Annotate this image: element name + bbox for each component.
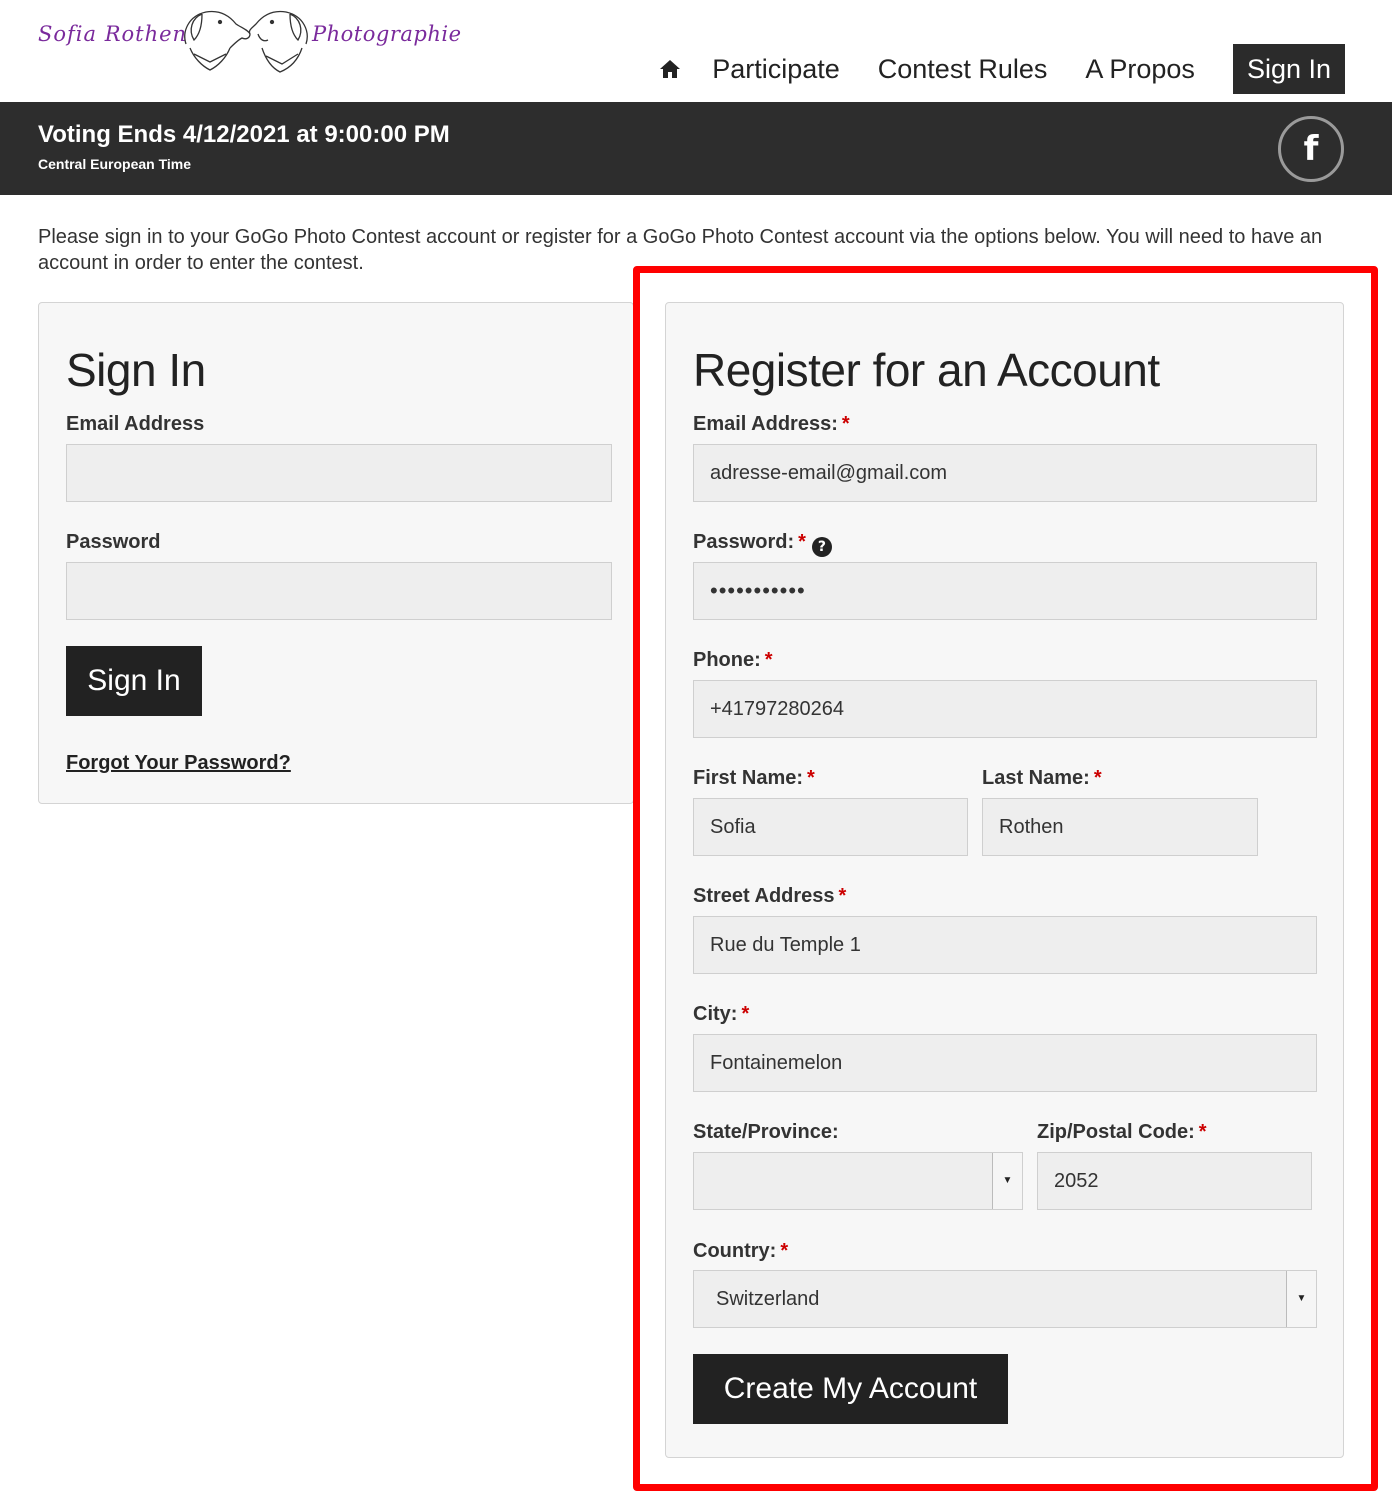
register-city-label-text: City:	[693, 1003, 738, 1025]
register-phone-input[interactable]: +41797280264	[693, 680, 1317, 738]
register-phone-label: Phone: *	[693, 649, 773, 672]
register-city-input[interactable]: Fontainemelon	[693, 1034, 1317, 1092]
required-mark: *	[1093, 767, 1102, 789]
required-mark: *	[841, 413, 850, 435]
site-logo[interactable]: Sofia Rothen Photographie	[36, 4, 462, 78]
register-password-label: Password: *?	[693, 531, 832, 557]
register-last-name-label: Last Name: *	[982, 767, 1102, 790]
register-city-label: City: *	[693, 1003, 749, 1026]
signin-button[interactable]: Sign In	[66, 646, 202, 716]
site-header: Sofia Rothen Photographie Participate Co…	[0, 0, 1392, 102]
register-state-label: State/Province:	[693, 1121, 839, 1143]
chevron-down-icon[interactable]: ▼	[992, 1153, 1022, 1209]
logo-text-right: Photographie	[312, 22, 462, 46]
intro-text: Please sign in to your GoGo Photo Contes…	[38, 226, 1323, 274]
nav-sign-in[interactable]: Sign In	[1232, 44, 1345, 94]
register-email-label: Email Address: *	[693, 413, 850, 436]
register-street-input[interactable]: Rue du Temple 1	[693, 916, 1317, 974]
register-password-input[interactable]: •••••••••••	[693, 562, 1317, 620]
register-country-select[interactable]: Switzerland ▼	[693, 1270, 1317, 1328]
home-icon[interactable]	[656, 44, 684, 94]
nav-a-propos[interactable]: A Propos	[1085, 44, 1195, 94]
register-last-name-label-text: Last Name:	[982, 767, 1090, 789]
signin-email-input[interactable]	[66, 444, 612, 502]
voting-end-title: Voting Ends 4/12/2021 at 9:00:00 PM	[38, 121, 450, 148]
voting-timezone: Central European Time	[38, 156, 192, 172]
required-mark: *	[780, 1240, 789, 1262]
chevron-down-icon[interactable]: ▼	[1286, 1271, 1316, 1327]
main-nav: Participate Contest Rules A Propos Sign …	[656, 44, 1345, 94]
register-country-label-text: Country:	[693, 1240, 777, 1262]
register-title: Register for an Account	[693, 344, 1160, 396]
register-first-name-label: First Name: *	[693, 767, 815, 790]
signin-title: Sign In	[66, 344, 206, 396]
register-state-select[interactable]: ▼	[693, 1152, 1023, 1210]
logo-text-left: Sofia Rothen	[38, 22, 188, 46]
forgot-password-link[interactable]: Forgot Your Password?	[66, 752, 291, 775]
register-password-label-text: Password:	[693, 531, 795, 553]
register-zip-label: Zip/Postal Code: *	[1037, 1121, 1207, 1144]
required-mark: *	[741, 1003, 750, 1025]
register-phone-label-text: Phone:	[693, 649, 761, 671]
help-icon[interactable]: ?	[811, 537, 832, 557]
register-email-input[interactable]: adresse-email@gmail.com	[693, 444, 1317, 502]
signin-password-label: Password	[66, 531, 161, 553]
required-mark: *	[764, 649, 773, 671]
facebook-glyph: f	[1303, 129, 1319, 169]
required-mark: *	[838, 885, 847, 907]
register-street-label-text: Street Address	[693, 885, 835, 907]
register-first-name-input[interactable]: Sofia	[693, 798, 968, 856]
country-select-value: Switzerland	[716, 1288, 820, 1310]
signin-password-input[interactable]	[66, 562, 612, 620]
create-account-button[interactable]: Create My Account	[693, 1354, 1008, 1424]
register-zip-input[interactable]: 2052	[1037, 1152, 1312, 1210]
required-mark: *	[807, 767, 815, 789]
register-street-label: Street Address *	[693, 885, 846, 908]
register-zip-label-text: Zip/Postal Code:	[1037, 1121, 1195, 1143]
register-email-label-text: Email Address:	[693, 413, 838, 435]
register-country-label: Country: *	[693, 1240, 788, 1263]
register-last-name-input[interactable]: Rothen	[982, 798, 1258, 856]
required-mark: *	[1198, 1121, 1207, 1143]
signin-email-label: Email Address	[66, 413, 205, 435]
nav-contest-rules[interactable]: Contest Rules	[878, 44, 1048, 94]
nav-participate[interactable]: Participate	[712, 44, 840, 94]
voting-banner: Voting Ends 4/12/2021 at 9:00:00 PM Cent…	[0, 102, 1392, 195]
dogs-logo-icon	[184, 10, 308, 73]
signin-panel: Sign In Email Address Password Sign In F…	[38, 302, 634, 804]
register-panel: Register for an Account Email Address: * …	[665, 302, 1344, 1458]
register-first-name-label-text: First Name:	[693, 767, 804, 789]
facebook-icon[interactable]: f	[1278, 116, 1344, 182]
required-mark: *	[798, 531, 806, 553]
